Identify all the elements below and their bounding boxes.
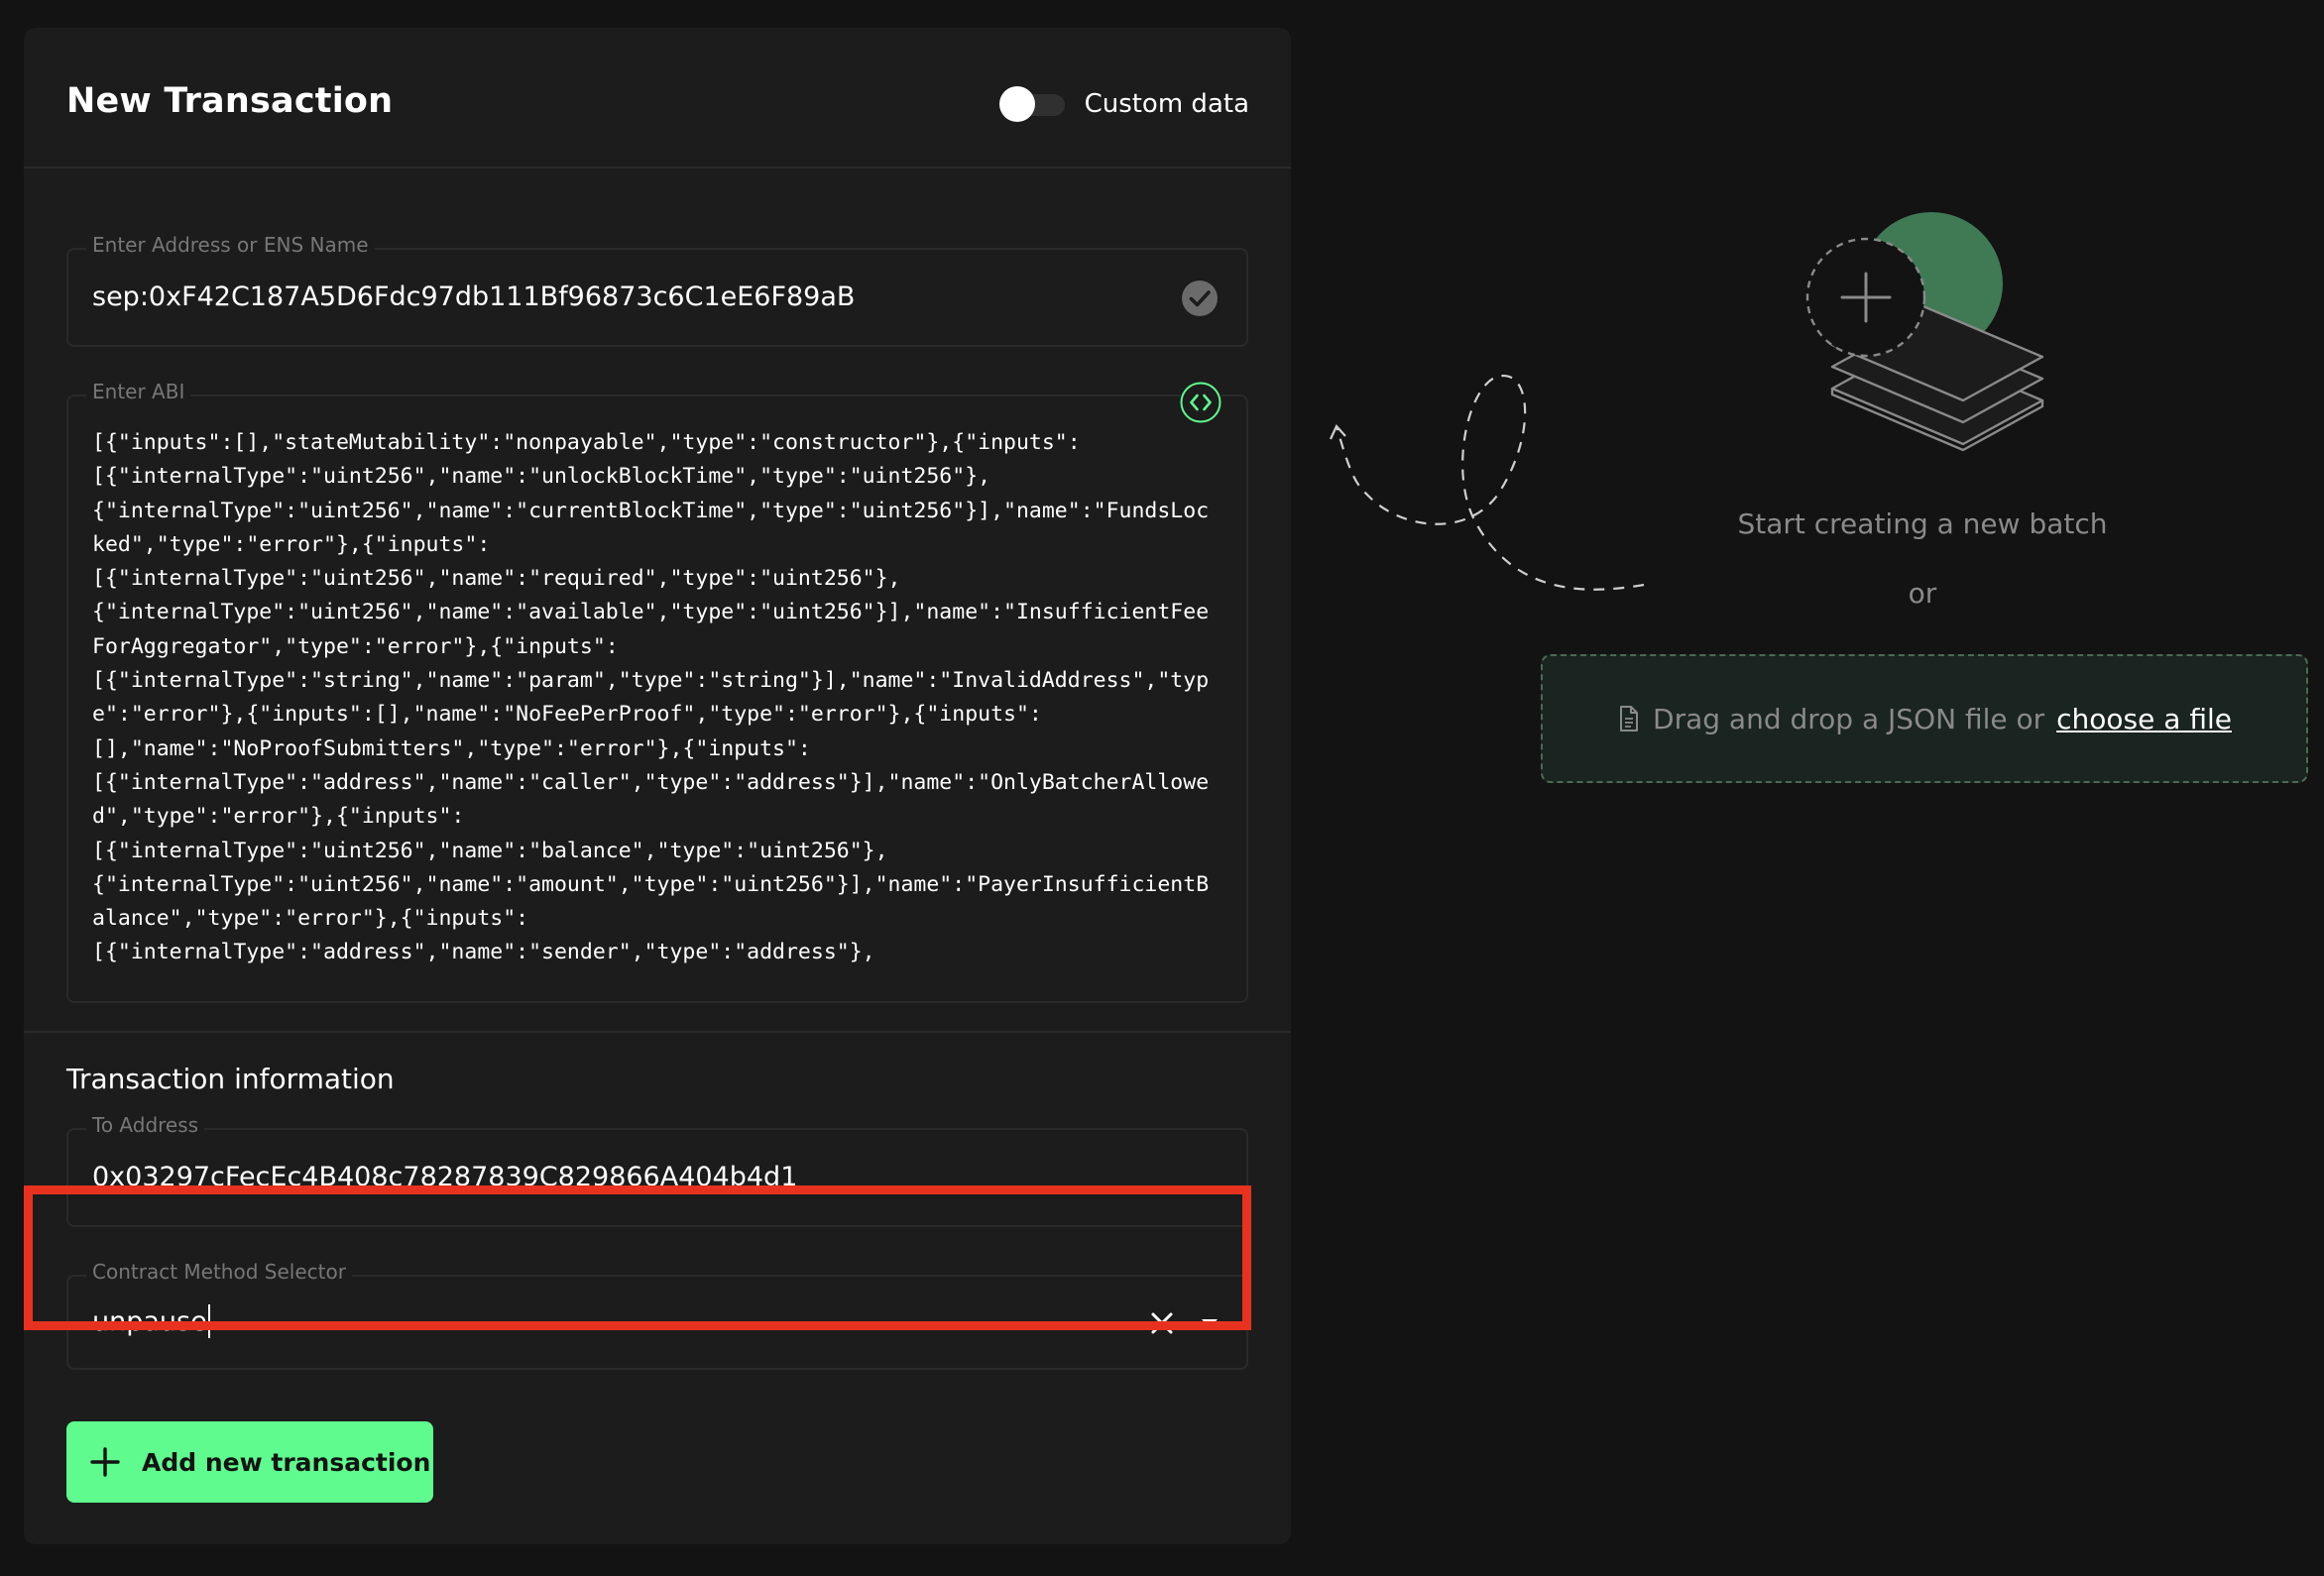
add-button-label: Add new transaction: [142, 1447, 431, 1477]
abi-line: [{"internalType":"uint256","name":"unloc…: [92, 464, 991, 490]
abi-field-label: Enter ABI: [86, 380, 191, 403]
toggle-switch[interactable]: [998, 86, 1065, 122]
abi-line: [{"inputs":[],"stateMutability":"nonpaya…: [92, 430, 1081, 455]
check-circle-icon: [1182, 281, 1218, 316]
to-address-field[interactable]: To Address 0x03297cFecEc4B408c78287839C8…: [66, 1113, 1248, 1227]
close-icon[interactable]: [1145, 1306, 1179, 1340]
address-field[interactable]: Enter Address or ENS Name sep:0xF42C187A…: [66, 233, 1248, 347]
batch-illustration: [1330, 212, 2044, 591]
abi-line: e":"error"},{"inputs":[],"name":"NoFeePe…: [92, 702, 1042, 728]
plus-icon: [90, 1447, 120, 1477]
contract-method-label: Contract Method Selector: [86, 1260, 352, 1284]
abi-textarea[interactable]: [{"inputs":[],"stateMutability":"nonpaya…: [92, 426, 1222, 970]
custom-data-label: Custom data: [1084, 89, 1249, 119]
contract-method-value: unpause: [92, 1306, 207, 1337]
page-root: New Transaction Custom data Enter Addres…: [0, 0, 2324, 1576]
abi-line: [{"internalType":"string","name":"param"…: [92, 668, 1210, 694]
new-transaction-card: New Transaction Custom data Enter Addres…: [24, 28, 1291, 1544]
transaction-info-title: Transaction information: [66, 1063, 395, 1095]
abi-line: [],"name":"NoProofSubmitters","type":"er…: [92, 735, 811, 761]
contract-method-selector[interactable]: Contract Method Selector unpause: [66, 1260, 1248, 1370]
toggle-knob: [998, 86, 1035, 122]
abi-line: [{"internalType":"address","name":"calle…: [92, 769, 1210, 795]
to-address-label: To Address: [86, 1113, 205, 1137]
abi-line: {"internalType":"uint256","name":"availa…: [92, 600, 1210, 625]
abi-line: d","type":"error"},{"inputs":: [92, 804, 465, 830]
abi-line: {"internalType":"uint256","name":"amount…: [92, 871, 1210, 897]
file-icon: [1620, 706, 1639, 732]
code-icon[interactable]: [1179, 381, 1222, 424]
empty-state-title: Start creating a new batch: [1737, 507, 2108, 540]
empty-state-or: or: [1908, 577, 1937, 610]
abi-line: ForAggregator","type":"error"},{"inputs"…: [92, 633, 619, 659]
chevron-down-icon[interactable]: [1197, 1310, 1222, 1336]
to-address-value[interactable]: 0x03297cFecEc4B408c78287839C829866A404b4…: [92, 1162, 797, 1192]
contract-method-input[interactable]: unpause: [92, 1303, 210, 1338]
abi-line: ked","type":"error"},{"inputs":: [92, 531, 491, 557]
abi-line: alance","type":"error"},{"inputs":: [92, 906, 529, 932]
custom-data-toggle[interactable]: Custom data: [998, 79, 1249, 129]
section-divider: [24, 1031, 1291, 1033]
text-cursor: [207, 1303, 210, 1338]
card-title: New Transaction: [66, 81, 394, 121]
dropzone-text: Drag and drop a JSON file or: [1653, 702, 2045, 735]
abi-field[interactable]: Enter ABI [{"inputs":[],"stateMutability…: [66, 380, 1248, 1003]
abi-line: [{"internalType":"address","name":"sende…: [92, 940, 875, 965]
address-field-label: Enter Address or ENS Name: [86, 233, 375, 257]
abi-line: [{"internalType":"uint256","name":"requi…: [92, 566, 901, 592]
add-new-transaction-button[interactable]: Add new transaction: [66, 1421, 433, 1503]
json-dropzone[interactable]: Drag and drop a JSON file or choose a fi…: [1541, 654, 2308, 783]
choose-file-link[interactable]: choose a file: [2056, 703, 2232, 735]
abi-line: {"internalType":"uint256","name":"curren…: [92, 498, 1210, 523]
abi-line: [{"internalType":"uint256","name":"balan…: [92, 838, 888, 863]
address-field-value[interactable]: sep:0xF42C187A5D6Fdc97db111Bf96873c6C1eE…: [92, 281, 855, 312]
card-header: New Transaction Custom data: [24, 28, 1291, 169]
